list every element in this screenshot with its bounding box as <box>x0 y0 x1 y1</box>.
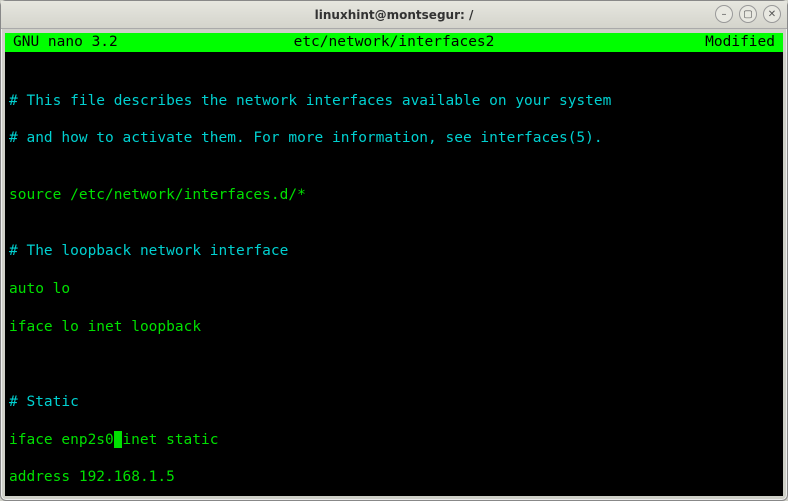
close-icon: ✕ <box>768 9 776 20</box>
comment-line: # and how to activate them. For more inf… <box>9 129 779 148</box>
maximize-button[interactable]: ▢ <box>739 5 757 23</box>
terminal-area[interactable]: GNU nano 3.2 etc/network/interfaces2 Mod… <box>5 33 783 496</box>
window-title: linuxhint@montsegur: / <box>315 8 474 22</box>
config-line: iface lo inet loopback <box>9 318 779 337</box>
terminal-window: linuxhint@montsegur: / – ▢ ✕ GNU nano 3.… <box>0 0 788 501</box>
config-line: iface enp2s0 inet static <box>9 431 779 450</box>
window-controls: – ▢ ✕ <box>715 5 781 23</box>
minimize-icon: – <box>722 9 727 20</box>
comment-line: # This file describes the network interf… <box>9 92 779 111</box>
window-titlebar[interactable]: linuxhint@montsegur: / – ▢ ✕ <box>1 1 787 29</box>
comment-line: # Static <box>9 393 779 412</box>
nano-filename: etc/network/interfaces2 <box>294 33 495 52</box>
close-button[interactable]: ✕ <box>763 5 781 23</box>
maximize-icon: ▢ <box>743 9 752 20</box>
minimize-button[interactable]: – <box>715 5 733 23</box>
config-line: source /etc/network/interfaces.d/* <box>9 186 779 205</box>
config-line: address 192.168.1.5 <box>9 468 779 487</box>
nano-version: GNU nano 3.2 <box>13 33 118 52</box>
iface-text: iface enp2s0 <box>9 432 114 448</box>
nano-header: GNU nano 3.2 etc/network/interfaces2 Mod… <box>5 33 783 52</box>
editor-content[interactable]: # This file describes the network interf… <box>5 52 783 496</box>
comment-line: # The loopback network interface <box>9 242 779 261</box>
iface-text-after: inet static <box>122 432 218 448</box>
nano-status: Modified <box>705 33 775 52</box>
config-line: auto lo <box>9 280 779 299</box>
